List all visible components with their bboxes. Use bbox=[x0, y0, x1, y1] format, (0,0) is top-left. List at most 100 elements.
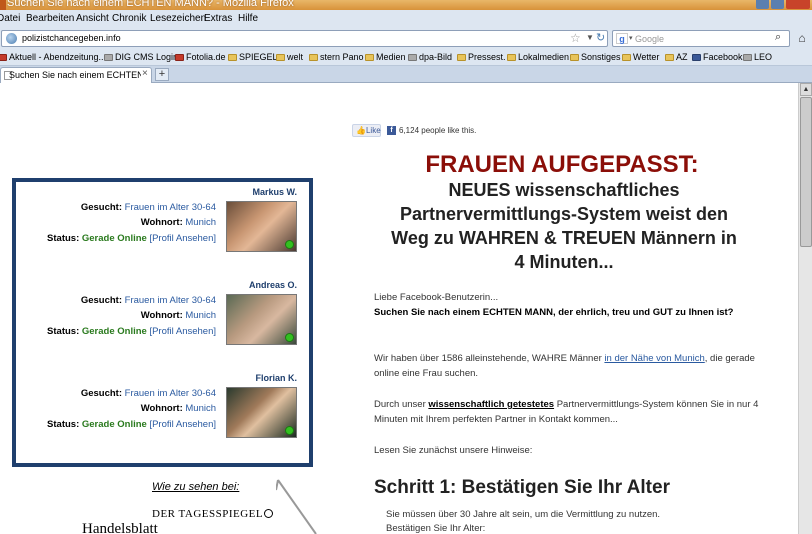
bookmark-dig-cms[interactable]: DIG CMS Login bbox=[104, 52, 178, 62]
left-column: Markus W. Gesucht: Frauen im Alter 30-64… bbox=[0, 83, 340, 534]
navigation-bar: polizistchancegeben.info ☆ ▼ ↻ g ▾ Googl… bbox=[0, 28, 812, 48]
search-box[interactable]: g ▾ Google ⌕ bbox=[612, 30, 790, 47]
firefox-icon bbox=[0, 0, 6, 10]
profile-card[interactable]: Florian K. Gesucht: Frauen im Alter 30-6… bbox=[16, 368, 309, 458]
menu-ansicht[interactable]: Ansicht bbox=[76, 13, 109, 24]
bookmark-star-icon[interactable]: ☆ bbox=[570, 31, 581, 45]
menu-lesezeichen[interactable]: Lesezeichen bbox=[150, 13, 206, 24]
profile-link[interactable]: [Profil Ansehen] bbox=[149, 233, 216, 244]
bookmark-favicon-icon bbox=[175, 54, 184, 61]
folder-icon bbox=[309, 54, 318, 61]
profile-wohnort: Wohnort: Munich bbox=[140, 310, 216, 321]
tab-label: Suchen Sie nach einem ECHTEN MA... bbox=[9, 70, 141, 80]
menu-datei[interactable]: Datei bbox=[0, 13, 20, 24]
paragraph-system: Durch unser wissenschaftlich getestetes … bbox=[374, 399, 759, 425]
profile-wohnort: Wohnort: Munich bbox=[140, 217, 216, 228]
bookmark-leo[interactable]: LEO bbox=[743, 52, 772, 62]
scrollbar-thumb[interactable] bbox=[800, 97, 812, 247]
bookmark-fotolia[interactable]: Fotolia.de bbox=[175, 52, 226, 62]
home-icon[interactable]: ⌂ bbox=[795, 31, 809, 45]
menu-bearbeiten[interactable]: Bearbeiten bbox=[26, 13, 74, 24]
bookmark-sonstiges[interactable]: Sonstiges bbox=[570, 52, 621, 62]
paragraph-men-count: Wir haben über 1586 alleinstehende, WAHR… bbox=[374, 353, 755, 379]
search-icon[interactable]: ⌕ bbox=[775, 31, 781, 44]
tab-strip: Suchen Sie nach einem ECHTEN MA... × + bbox=[0, 66, 812, 83]
bookmark-welt[interactable]: welt bbox=[276, 52, 303, 62]
new-tab-button[interactable]: + bbox=[155, 68, 169, 81]
like-button[interactable]: 👍Like bbox=[352, 124, 381, 137]
location-link[interactable]: in der Nähe von Munich bbox=[604, 353, 704, 364]
folder-icon bbox=[570, 54, 579, 61]
profile-status: Status: Gerade Online [Profil Ansehen] bbox=[47, 419, 216, 430]
url-dropdown-icon[interactable]: ▼ bbox=[586, 33, 594, 42]
tab-close-icon[interactable]: × bbox=[142, 68, 148, 79]
close-window-button[interactable] bbox=[786, 0, 810, 9]
step1-confirm-label: Bestätigen Sie Ihr Alter: bbox=[386, 523, 486, 534]
bookmark-medien[interactable]: Medien bbox=[365, 52, 406, 62]
page-viewport: Markus W. Gesucht: Frauen im Alter 30-64… bbox=[0, 83, 798, 534]
bookmarks-toolbar: Aktuell - Abendzeitung... DIG CMS Login … bbox=[0, 48, 812, 66]
folder-icon bbox=[622, 54, 631, 61]
profile-gesucht: Gesucht: Frauen im Alter 30-64 bbox=[80, 388, 216, 399]
profile-name[interactable]: Markus W. bbox=[252, 187, 297, 197]
profile-gesucht: Gesucht: Frauen im Alter 30-64 bbox=[80, 202, 216, 213]
folder-icon bbox=[665, 54, 674, 61]
profile-wohnort: Wohnort: Munich bbox=[140, 403, 216, 414]
facebook-icon bbox=[692, 54, 701, 61]
vertical-scrollbar[interactable]: ▲ bbox=[798, 83, 812, 534]
profile-link[interactable]: [Profil Ansehen] bbox=[149, 419, 216, 430]
menu-chronik[interactable]: Chronik bbox=[112, 13, 146, 24]
profile-status: Status: Gerade Online [Profil Ansehen] bbox=[47, 233, 216, 244]
main-column: 👍Like f 6,124 people like this. FRAUEN A… bbox=[340, 83, 798, 534]
tagesspiegel-logo: DER TAGESSPIEGEL bbox=[152, 508, 274, 520]
press-label: Wie zu sehen bei: bbox=[152, 481, 240, 493]
folder-icon bbox=[228, 54, 237, 61]
profile-photo[interactable] bbox=[226, 201, 297, 252]
step1-requirement: Sie müssen über 30 Jahre alt sein, um di… bbox=[386, 509, 661, 520]
bookmark-stern[interactable]: stern Pano bbox=[309, 52, 364, 62]
headline-warning: FRAUEN AUFGEPASST: bbox=[425, 151, 699, 178]
page-icon bbox=[104, 54, 113, 61]
search-input[interactable]: Google bbox=[635, 34, 664, 44]
menu-extras[interactable]: Extras bbox=[204, 13, 232, 24]
bookmark-lokalmedien[interactable]: Lokalmedien bbox=[507, 52, 569, 62]
bookmark-pressest[interactable]: Pressest. bbox=[457, 52, 506, 62]
profile-name[interactable]: Florian K. bbox=[255, 373, 297, 383]
dpa-icon bbox=[408, 54, 417, 61]
handelsblatt-logo: Handelsblatt bbox=[82, 521, 158, 534]
google-icon[interactable]: g bbox=[616, 33, 628, 44]
profile-name[interactable]: Andreas O. bbox=[249, 280, 297, 290]
bookmark-aktuell[interactable]: Aktuell - Abendzeitung... bbox=[0, 52, 106, 62]
window-title: Suchen Sie nach einem ECHTEN MANN? - Moz… bbox=[7, 0, 294, 9]
online-indicator-icon bbox=[285, 426, 294, 435]
bookmark-dpa-bild[interactable]: dpa-Bild bbox=[408, 52, 452, 62]
folder-icon bbox=[365, 54, 374, 61]
tab-active[interactable]: Suchen Sie nach einem ECHTEN MA... × bbox=[0, 67, 152, 83]
seal-icon bbox=[264, 509, 274, 518]
profile-photo[interactable] bbox=[226, 387, 297, 438]
url-text[interactable]: polizistchancegeben.info bbox=[22, 33, 121, 43]
profile-link[interactable]: [Profil Ansehen] bbox=[149, 326, 216, 337]
scroll-up-icon[interactable]: ▲ bbox=[800, 83, 812, 96]
profile-card[interactable]: Markus W. Gesucht: Frauen im Alter 30-64… bbox=[16, 182, 309, 272]
menu-hilfe[interactable]: Hilfe bbox=[238, 13, 258, 24]
search-engine-dropdown-icon[interactable]: ▾ bbox=[629, 34, 633, 42]
folder-icon bbox=[457, 54, 466, 61]
reload-icon[interactable]: ↻ bbox=[596, 31, 605, 44]
profile-photo[interactable] bbox=[226, 294, 297, 345]
greeting-text: Liebe Facebook-Benutzerin... bbox=[374, 292, 499, 303]
online-indicator-icon bbox=[285, 333, 294, 342]
profile-status: Status: Gerade Online [Profil Ansehen] bbox=[47, 326, 216, 337]
leo-icon bbox=[743, 54, 752, 61]
bookmark-az[interactable]: AZ bbox=[665, 52, 688, 62]
maximize-button[interactable] bbox=[771, 0, 784, 9]
profile-card[interactable]: Andreas O. Gesucht: Frauen im Alter 30-6… bbox=[16, 275, 309, 365]
minimize-button[interactable] bbox=[756, 0, 769, 9]
bookmark-wetter[interactable]: Wetter bbox=[622, 52, 659, 62]
folder-icon bbox=[276, 54, 285, 61]
bookmark-spiegel[interactable]: SPIEGEL bbox=[228, 52, 278, 62]
address-bar[interactable]: polizistchancegeben.info ☆ ▼ ↻ bbox=[1, 30, 608, 47]
site-identity-icon[interactable] bbox=[6, 33, 17, 44]
step1-heading: Schritt 1: Bestätigen Sie Ihr Alter bbox=[374, 477, 670, 498]
bookmark-facebook[interactable]: Facebook bbox=[692, 52, 743, 62]
